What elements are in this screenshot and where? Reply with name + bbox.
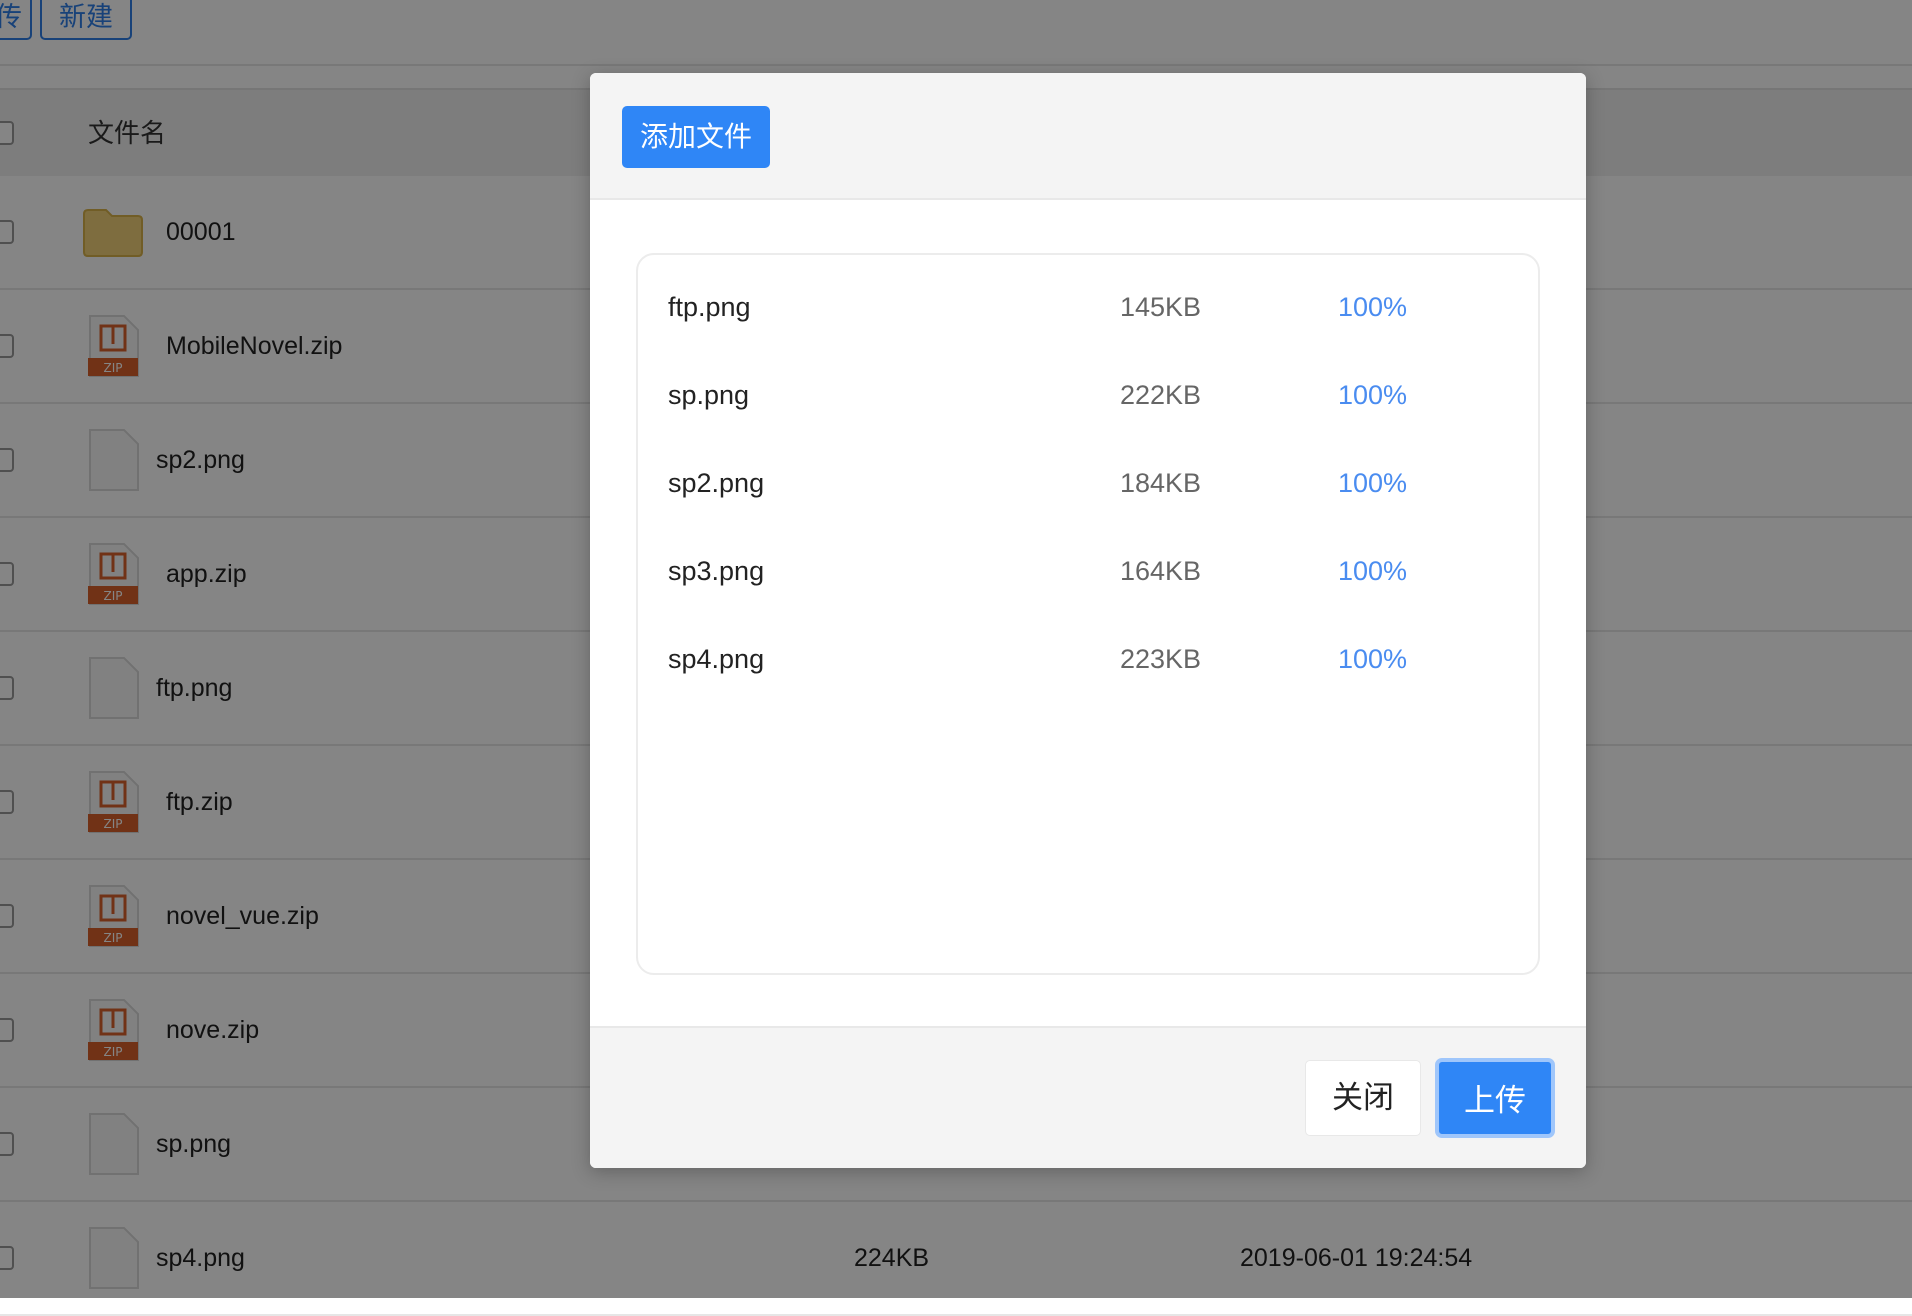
upload-file-list: ftp.png 145KB 100% sp.png 222KB 100% sp2… — [636, 253, 1540, 975]
upload-progress: 100% — [1338, 556, 1408, 586]
dialog-header: 添加文件 — [590, 73, 1586, 200]
upload-progress: 100% — [1338, 644, 1408, 674]
upload-progress: 100% — [1338, 292, 1408, 322]
upload-submit-button[interactable]: 上传 — [1435, 1058, 1555, 1138]
upload-file-name: sp2.png — [668, 468, 765, 498]
add-file-button[interactable]: 添加文件 — [622, 106, 770, 168]
list-item: sp4.png 223KB 100% — [638, 615, 1538, 703]
upload-file-size: 145KB — [1120, 292, 1202, 322]
close-button[interactable]: 关闭 — [1305, 1060, 1421, 1136]
upload-file-name: ftp.png — [668, 292, 751, 322]
upload-file-size: 223KB — [1120, 644, 1202, 674]
list-item: sp.png 222KB 100% — [638, 351, 1538, 439]
upload-progress: 100% — [1338, 468, 1408, 498]
upload-file-size: 222KB — [1120, 380, 1202, 410]
list-item: sp2.png 184KB 100% — [638, 439, 1538, 527]
list-item: ftp.png 145KB 100% — [638, 263, 1538, 351]
dialog-body: ftp.png 145KB 100% sp.png 222KB 100% sp2… — [590, 200, 1586, 1100]
dialog-footer: 关闭 上传 — [590, 1026, 1586, 1168]
list-item: sp3.png 164KB 100% — [638, 527, 1538, 615]
upload-file-size: 184KB — [1120, 468, 1202, 498]
upload-dialog: 添加文件 ftp.png 145KB 100% sp.png 222KB 100… — [590, 73, 1586, 1168]
upload-file-size: 164KB — [1120, 556, 1202, 586]
upload-progress: 100% — [1338, 380, 1408, 410]
upload-file-name: sp3.png — [668, 556, 765, 586]
upload-file-name: sp.png — [668, 380, 750, 410]
upload-file-name: sp4.png — [668, 644, 765, 674]
